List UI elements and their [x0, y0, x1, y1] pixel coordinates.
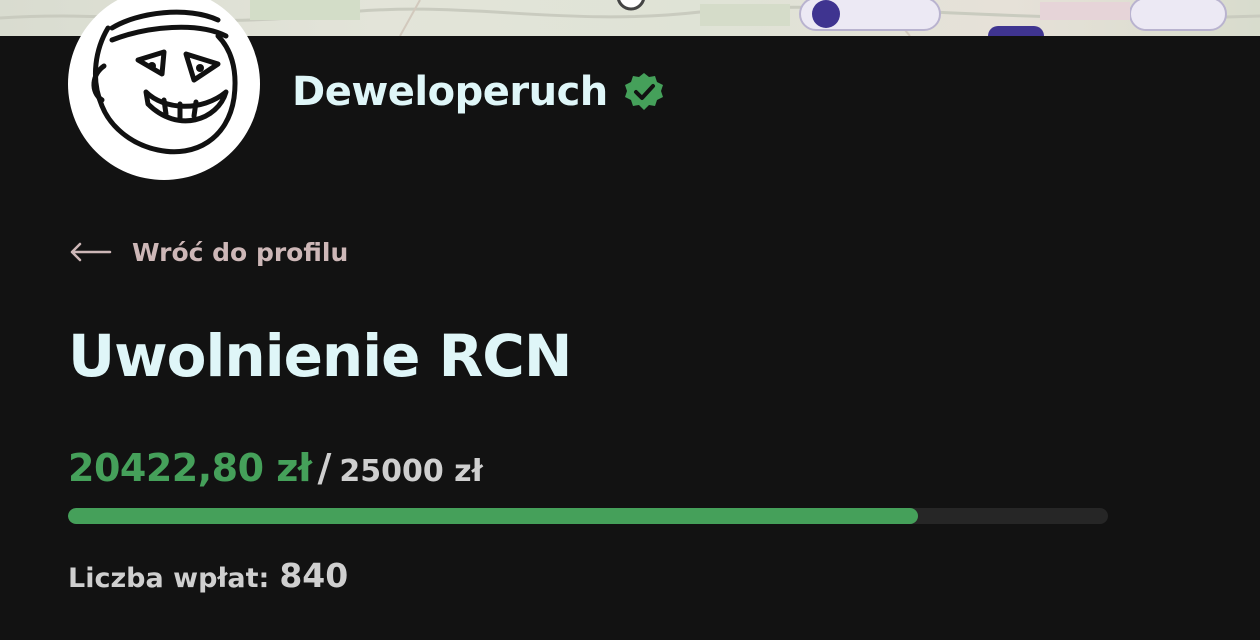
profile-header: Deweloperuch [292, 64, 664, 120]
trollface-avatar-icon [91, 9, 238, 155]
profile-username[interactable]: Deweloperuch [292, 69, 608, 115]
progress-bar-fill [68, 508, 918, 524]
amount-raised: 20422,80 zł [68, 446, 312, 490]
progress-bar-track [68, 508, 1108, 524]
donations-count-row: Liczba wpłat: 840 [68, 556, 348, 595]
amount-goal: 25000 zł [339, 454, 483, 489]
back-to-profile-link[interactable]: Wróć do profilu [68, 232, 348, 272]
back-link-label: Wróć do profilu [132, 237, 349, 267]
donations-label: Liczba wpłat: [68, 563, 270, 594]
campaign-title: Uwolnienie RCN [68, 322, 572, 390]
campaign-amounts: 20422,80 zł / 25000 zł [68, 446, 483, 490]
verified-badge-icon [624, 72, 664, 112]
arrow-left-icon [68, 242, 112, 262]
amount-separator: / [317, 446, 332, 490]
profile-avatar[interactable] [68, 0, 260, 180]
donations-count: 840 [279, 556, 349, 595]
